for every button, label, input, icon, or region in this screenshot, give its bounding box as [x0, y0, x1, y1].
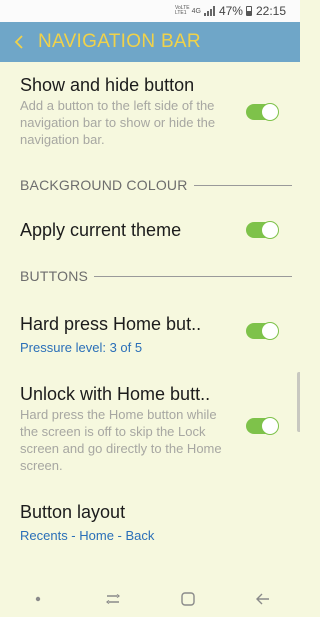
page-title: NAVIGATION BAR	[38, 31, 201, 52]
hard-press-home-toggle[interactable]	[246, 322, 279, 340]
toggle-knob	[261, 103, 279, 121]
signal-icon	[203, 6, 215, 16]
back-arrow-icon	[255, 593, 269, 604]
setting-hard-press-home[interactable]: Hard press Home but.. Pressure level: 3 …	[0, 313, 300, 357]
show-hide-button-toggle[interactable]	[246, 103, 279, 121]
back-nav-button[interactable]	[243, 584, 283, 614]
setting-title: Unlock with Home butt..	[20, 384, 211, 404]
setting-apply-current-theme[interactable]: Apply current theme	[0, 219, 300, 245]
recents-icon	[105, 593, 120, 604]
setting-show-hide-button[interactable]: Show and hide button Add a button to the…	[0, 74, 300, 158]
apply-theme-toggle[interactable]	[246, 221, 279, 239]
chevron-left-icon	[14, 35, 23, 49]
setting-button-layout[interactable]: Button layout Recents - Home - Back	[0, 501, 300, 545]
pressure-level-value: Pressure level: 3 of 5	[20, 340, 143, 355]
setting-description: Hard press the Home button while the scr…	[20, 407, 222, 473]
section-label: BACKGROUND COLOUR	[20, 177, 188, 193]
home-button[interactable]	[168, 584, 208, 614]
section-divider	[193, 184, 292, 186]
toggle-knob	[261, 221, 279, 239]
toggle-knob	[261, 417, 279, 435]
dot-icon	[35, 596, 40, 601]
section-header-background-colour: BACKGROUND COLOUR	[20, 177, 292, 193]
clock: 22:15	[255, 4, 286, 18]
back-button[interactable]	[0, 22, 38, 62]
status-bar: VoLTE LTE1 4G 47% 22:15	[0, 0, 300, 22]
battery-icon	[245, 6, 252, 16]
unlock-with-home-toggle[interactable]	[246, 417, 279, 435]
section-divider	[94, 275, 292, 277]
setting-description: Add a button to the left side of the nav…	[20, 98, 216, 147]
setting-title: Show and hide button	[20, 75, 195, 95]
section-header-buttons: BUTTONS	[20, 268, 292, 284]
title-bar: NAVIGATION BAR	[0, 22, 300, 62]
setting-unlock-with-home[interactable]: Unlock with Home butt.. Hard press the H…	[0, 383, 300, 475]
recents-button[interactable]	[93, 584, 133, 614]
home-square-icon	[180, 591, 195, 606]
toggle-knob	[261, 322, 279, 340]
system-navigation-bar	[0, 580, 300, 617]
lte-label: LTE1	[174, 10, 187, 16]
battery-percent: 47%	[218, 4, 243, 18]
setting-title: Button layout	[20, 502, 126, 522]
volte-indicator: VoLTE LTE1	[175, 6, 190, 16]
button-layout-value: Recents - Home - Back	[20, 528, 155, 543]
edge-handle[interactable]	[297, 372, 300, 432]
show-hide-nav-dot-button[interactable]	[18, 584, 58, 614]
network-type: 4G	[191, 7, 201, 15]
section-label: BUTTONS	[20, 268, 89, 284]
